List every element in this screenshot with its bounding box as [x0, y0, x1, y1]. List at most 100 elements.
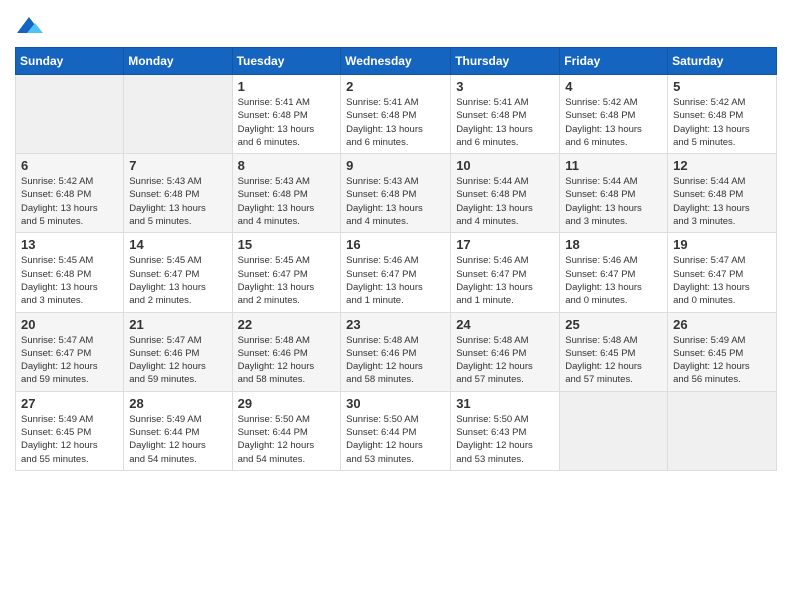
calendar-cell: 3Sunrise: 5:41 AM Sunset: 6:48 PM Daylig… [451, 75, 560, 154]
calendar-cell: 13Sunrise: 5:45 AM Sunset: 6:48 PM Dayli… [16, 233, 124, 312]
day-info: Sunrise: 5:47 AM Sunset: 6:47 PM Dayligh… [21, 334, 118, 387]
calendar-cell: 21Sunrise: 5:47 AM Sunset: 6:46 PM Dayli… [124, 312, 232, 391]
week-row-3: 13Sunrise: 5:45 AM Sunset: 6:48 PM Dayli… [16, 233, 777, 312]
calendar-cell: 11 Sunrise: 5:44 AM Sunset: 6:48 PM Dayli… [560, 154, 668, 233]
calendar-cell: 16 Sunrise: 5:46 AM Sunset: 6:47 PM Dayli… [341, 233, 451, 312]
day-info: Sunrise: 5:48 AM Sunset: 6:45 PM Dayligh… [565, 334, 662, 387]
calendar-header-row: SundayMondayTuesdayWednesdayThursdayFrid… [16, 48, 777, 75]
calendar-cell: 12 Sunrise: 5:44 AM Sunset: 6:48 PM Dayli… [668, 154, 777, 233]
day-number: 7 [129, 158, 226, 173]
week-row-2: 6 Sunrise: 5:42 AM Sunset: 6:48 PM Daylig… [16, 154, 777, 233]
day-number: 21 [129, 317, 226, 332]
calendar-cell: 23Sunrise: 5:48 AM Sunset: 6:46 PM Dayli… [341, 312, 451, 391]
calendar-cell: 5 Sunrise: 5:42 AM Sunset: 6:48 PM Daylig… [668, 75, 777, 154]
header-wednesday: Wednesday [341, 48, 451, 75]
calendar-cell: 17 Sunrise: 5:46 AM Sunset: 6:47 PM Dayli… [451, 233, 560, 312]
day-info: Sunrise: 5:46 AM Sunset: 6:47 PM Dayligh… [565, 254, 662, 307]
day-number: 30 [346, 396, 445, 411]
day-info: Sunrise: 5:42 AM Sunset: 6:48 PM Dayligh… [673, 96, 771, 149]
calendar-cell [16, 75, 124, 154]
calendar-cell: 6 Sunrise: 5:42 AM Sunset: 6:48 PM Daylig… [16, 154, 124, 233]
calendar-cell: 4 Sunrise: 5:42 AM Sunset: 6:48 PM Daylig… [560, 75, 668, 154]
calendar-cell: 31 Sunrise: 5:50 AM Sunset: 6:43 PM Dayli… [451, 391, 560, 470]
day-number: 23 [346, 317, 445, 332]
week-row-4: 20 Sunrise: 5:47 AM Sunset: 6:47 PM Dayli… [16, 312, 777, 391]
calendar-cell: 10 Sunrise: 5:44 AM Sunset: 6:48 PM Dayli… [451, 154, 560, 233]
calendar-cell [560, 391, 668, 470]
calendar-cell: 7 Sunrise: 5:43 AM Sunset: 6:48 PM Daylig… [124, 154, 232, 233]
day-number: 20 [21, 317, 118, 332]
calendar-cell: 2 Sunrise: 5:41 AM Sunset: 6:48 PM Daylig… [341, 75, 451, 154]
day-info: Sunrise: 5:50 AM Sunset: 6:44 PM Dayligh… [346, 413, 445, 466]
day-number: 8 [238, 158, 336, 173]
day-number: 2 [346, 79, 445, 94]
day-info: Sunrise: 5:43 AM Sunset: 6:48 PM Dayligh… [129, 175, 226, 228]
day-number: 29 [238, 396, 336, 411]
calendar-table: SundayMondayTuesdayWednesdayThursdayFrid… [15, 47, 777, 471]
day-number: 4 [565, 79, 662, 94]
day-info: Sunrise: 5:43 AM Sunset: 6:48 PM Dayligh… [346, 175, 445, 228]
day-number: 1 [238, 79, 336, 94]
day-info: Sunrise: 5:46 AM Sunset: 6:47 PM Dayligh… [346, 254, 445, 307]
week-row-5: 27 Sunrise: 5:49 AM Sunset: 6:45 PM Dayli… [16, 391, 777, 470]
day-number: 17 [456, 237, 554, 252]
day-info: Sunrise: 5:43 AM Sunset: 6:48 PM Dayligh… [238, 175, 336, 228]
calendar-cell: 1 Sunrise: 5:41 AM Sunset: 6:48 PM Daylig… [232, 75, 341, 154]
day-info: Sunrise: 5:49 AM Sunset: 6:45 PM Dayligh… [673, 334, 771, 387]
day-number: 25 [565, 317, 662, 332]
calendar-cell: 8 Sunrise: 5:43 AM Sunset: 6:48 PM Daylig… [232, 154, 341, 233]
calendar-cell: 15 Sunrise: 5:45 AM Sunset: 6:47 PM Dayli… [232, 233, 341, 312]
header-tuesday: Tuesday [232, 48, 341, 75]
header-monday: Monday [124, 48, 232, 75]
header-saturday: Saturday [668, 48, 777, 75]
day-info: Sunrise: 5:48 AM Sunset: 6:46 PM Dayligh… [456, 334, 554, 387]
day-info: Sunrise: 5:50 AM Sunset: 6:44 PM Dayligh… [238, 413, 336, 466]
day-number: 28 [129, 396, 226, 411]
day-info: Sunrise: 5:45 AM Sunset: 6:47 PM Dayligh… [129, 254, 226, 307]
day-number: 18 [565, 237, 662, 252]
header-sunday: Sunday [16, 48, 124, 75]
day-info: Sunrise: 5:49 AM Sunset: 6:45 PM Dayligh… [21, 413, 118, 466]
logo-icon [15, 15, 43, 37]
day-info: Sunrise: 5:44 AM Sunset: 6:48 PM Dayligh… [456, 175, 554, 228]
day-number: 15 [238, 237, 336, 252]
calendar-cell [668, 391, 777, 470]
calendar-cell: 30 Sunrise: 5:50 AM Sunset: 6:44 PM Dayli… [341, 391, 451, 470]
calendar-cell: 26 Sunrise: 5:49 AM Sunset: 6:45 PM Dayli… [668, 312, 777, 391]
calendar-cell: 9 Sunrise: 5:43 AM Sunset: 6:48 PM Daylig… [341, 154, 451, 233]
day-info: Sunrise: 5:42 AM Sunset: 6:48 PM Dayligh… [21, 175, 118, 228]
calendar-cell: 18 Sunrise: 5:46 AM Sunset: 6:47 PM Dayli… [560, 233, 668, 312]
day-number: 11 [565, 158, 662, 173]
day-info: Sunrise: 5:45 AM Sunset: 6:48 PM Dayligh… [21, 254, 118, 307]
week-row-1: 1 Sunrise: 5:41 AM Sunset: 6:48 PM Daylig… [16, 75, 777, 154]
day-info: Sunrise: 5:41 AM Sunset: 6:48 PM Dayligh… [456, 96, 554, 149]
day-info: Sunrise: 5:42 AM Sunset: 6:48 PM Dayligh… [565, 96, 662, 149]
calendar-cell: 29 Sunrise: 5:50 AM Sunset: 6:44 PM Dayli… [232, 391, 341, 470]
day-number: 12 [673, 158, 771, 173]
calendar-cell: 25 Sunrise: 5:48 AM Sunset: 6:45 PM Dayli… [560, 312, 668, 391]
calendar-cell: 22Sunrise: 5:48 AM Sunset: 6:46 PM Dayli… [232, 312, 341, 391]
day-number: 9 [346, 158, 445, 173]
day-info: Sunrise: 5:46 AM Sunset: 6:47 PM Dayligh… [456, 254, 554, 307]
day-info: Sunrise: 5:49 AM Sunset: 6:44 PM Dayligh… [129, 413, 226, 466]
day-info: Sunrise: 5:50 AM Sunset: 6:43 PM Dayligh… [456, 413, 554, 466]
day-number: 14 [129, 237, 226, 252]
calendar-cell: 24Sunrise: 5:48 AM Sunset: 6:46 PM Dayli… [451, 312, 560, 391]
day-number: 26 [673, 317, 771, 332]
day-number: 5 [673, 79, 771, 94]
day-info: Sunrise: 5:44 AM Sunset: 6:48 PM Dayligh… [673, 175, 771, 228]
day-number: 19 [673, 237, 771, 252]
day-number: 31 [456, 396, 554, 411]
calendar-cell: 14 Sunrise: 5:45 AM Sunset: 6:47 PM Dayli… [124, 233, 232, 312]
day-info: Sunrise: 5:44 AM Sunset: 6:48 PM Dayligh… [565, 175, 662, 228]
day-number: 27 [21, 396, 118, 411]
day-number: 10 [456, 158, 554, 173]
header-friday: Friday [560, 48, 668, 75]
day-info: Sunrise: 5:41 AM Sunset: 6:48 PM Dayligh… [238, 96, 336, 149]
header-thursday: Thursday [451, 48, 560, 75]
day-info: Sunrise: 5:41 AM Sunset: 6:48 PM Dayligh… [346, 96, 445, 149]
day-number: 16 [346, 237, 445, 252]
day-info: Sunrise: 5:45 AM Sunset: 6:47 PM Dayligh… [238, 254, 336, 307]
page-header [15, 15, 777, 37]
day-number: 6 [21, 158, 118, 173]
